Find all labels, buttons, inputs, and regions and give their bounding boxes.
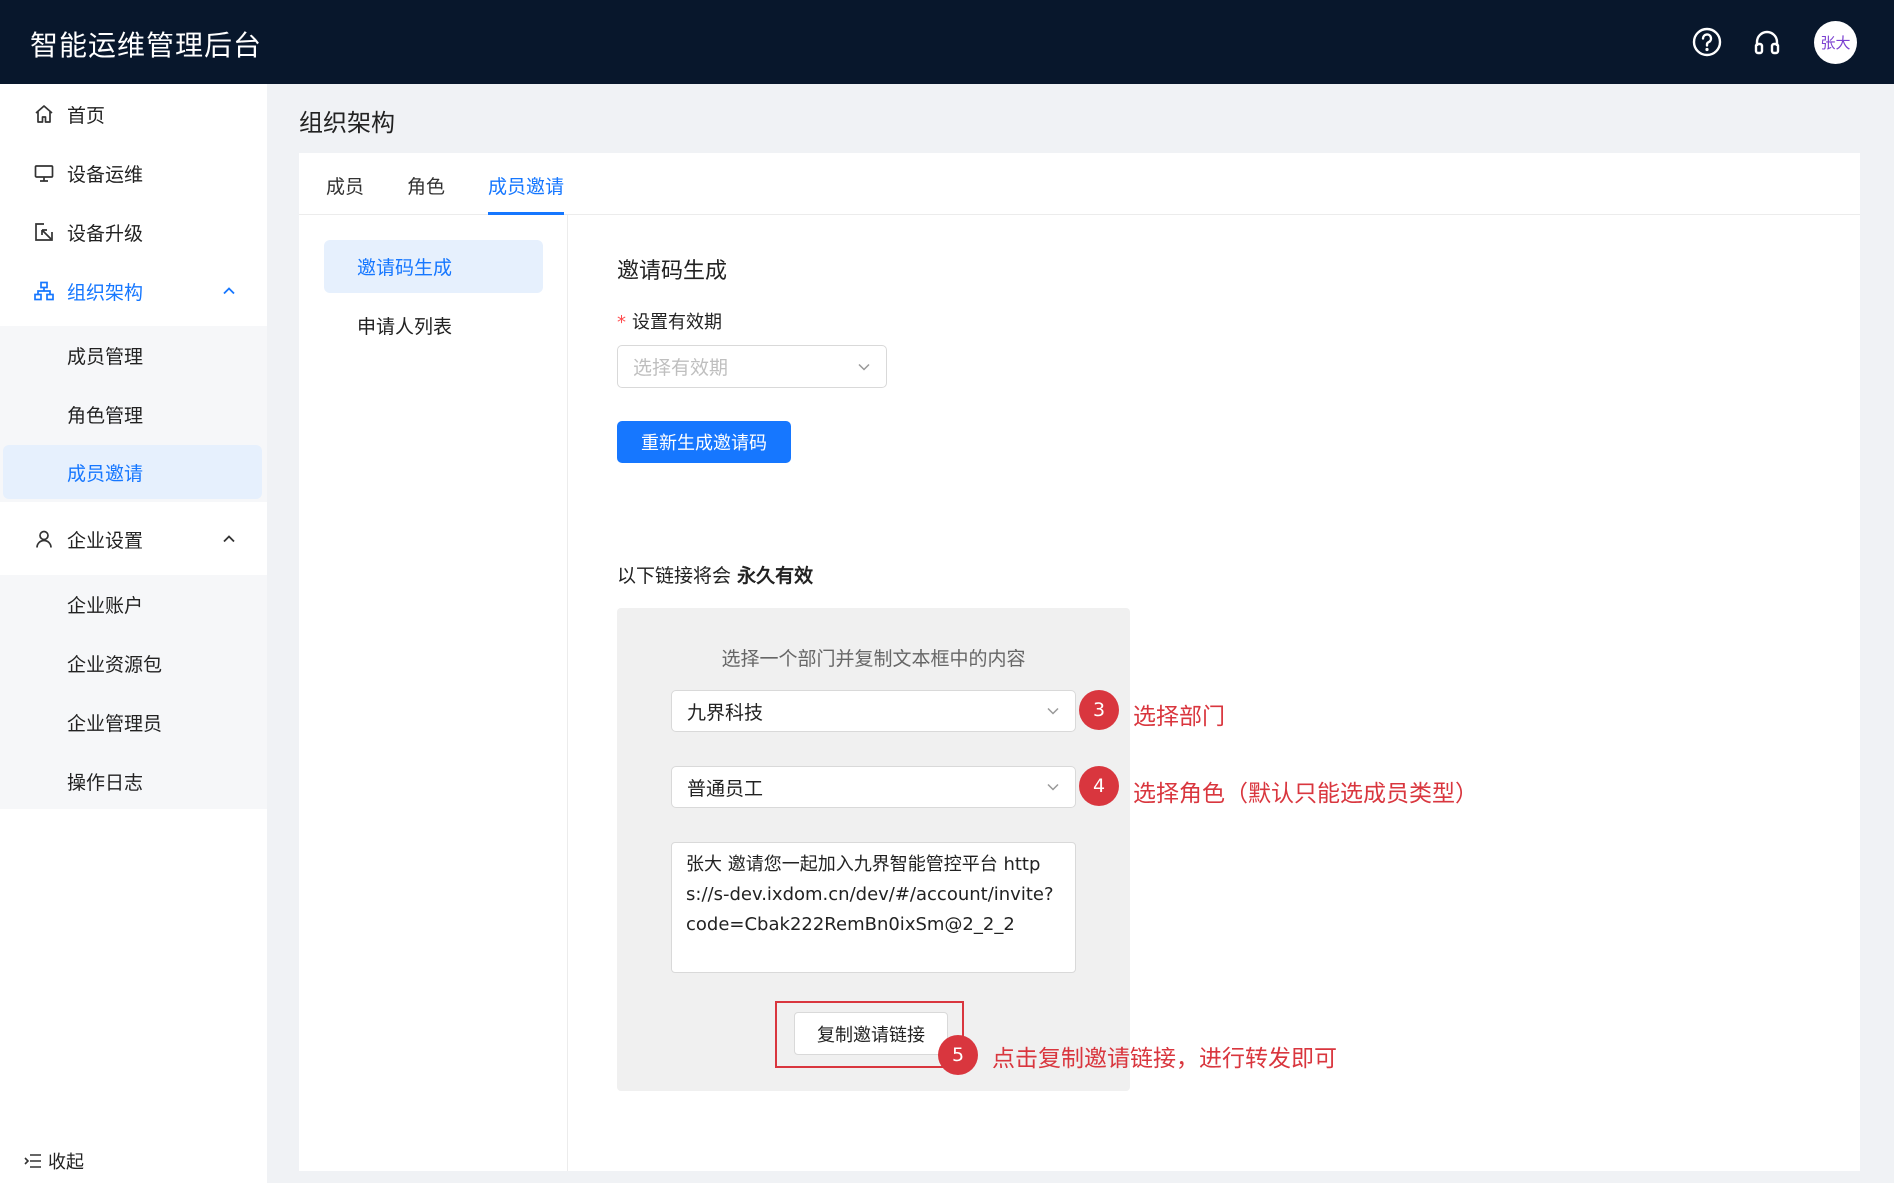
- validity-label-text: 设置有效期: [632, 312, 722, 333]
- step-marker-3: 3: [1079, 690, 1119, 730]
- annotation-step-3: 选择部门: [1133, 704, 1225, 730]
- enterprise-submenu: 企业账户 企业资源包 企业管理员 操作日志: [0, 575, 267, 809]
- sidebar-item-label: 企业账户: [67, 594, 144, 617]
- sidebar-item-role-mgmt[interactable]: 角色管理: [0, 387, 267, 441]
- department-select[interactable]: 九界科技: [671, 690, 1076, 732]
- sidebar-item-label: 企业管理员: [67, 712, 163, 735]
- sidebar-item-label: 成员管理: [67, 345, 144, 368]
- sidebar-item-org[interactable]: 组织架构: [0, 263, 267, 319]
- sidebar-item-label: 设备运维: [67, 163, 144, 186]
- sidebar-item-label: 首页: [67, 104, 106, 127]
- panel-caption: 选择一个部门并复制文本框中的内容: [721, 648, 1026, 670]
- validity-select[interactable]: 选择有效期: [617, 345, 887, 388]
- sidebar-item-enterprise-admin[interactable]: 企业管理员: [0, 695, 267, 749]
- sidebar-item-label: 企业设置: [67, 529, 144, 552]
- collapse-label: 收起: [48, 1152, 84, 1173]
- chevron-up-icon: [223, 535, 235, 543]
- validity-placeholder: 选择有效期: [633, 357, 729, 379]
- page-title: 组织架构: [299, 109, 395, 137]
- sidebar-item-resource-pack[interactable]: 企业资源包: [0, 636, 267, 690]
- role-select[interactable]: 普通员工: [671, 766, 1076, 808]
- monitor-icon: [34, 165, 54, 182]
- invite-subnav: 邀请码生成 申请人列表: [299, 215, 568, 1171]
- sidebar-item-member-invite[interactable]: 成员邀请: [3, 445, 262, 499]
- sidebar-item-label: 组织架构: [67, 281, 144, 304]
- regenerate-code-button[interactable]: 重新生成邀请码: [617, 421, 791, 463]
- step-marker-5: 5: [938, 1035, 978, 1075]
- sidebar-item-label: 企业资源包: [67, 653, 163, 676]
- validity-note: 以下链接将会 永久有效: [617, 561, 813, 588]
- subnav-invite-code[interactable]: 邀请码生成: [324, 240, 543, 293]
- required-star: *: [617, 312, 626, 333]
- app-title: 智能运维管理后台: [30, 29, 263, 62]
- upgrade-icon: [35, 223, 53, 241]
- tab-member-invite[interactable]: 成员邀请: [488, 172, 564, 199]
- department-value: 九界科技: [687, 701, 764, 724]
- chevron-down-icon: [858, 363, 870, 371]
- collapse-sidebar-button[interactable]: 收起: [24, 1148, 84, 1174]
- invite-panel: 选择一个部门并复制文本框中的内容 九界科技 普通员工 张大 邀请您一起加入九界智…: [617, 608, 1130, 1091]
- menu-fold-icon: [24, 1154, 41, 1168]
- tab-members[interactable]: 成员: [326, 172, 364, 199]
- tab-bar: 成员 角色 成员邀请: [299, 153, 1860, 215]
- note-bold: 永久有效: [737, 565, 814, 587]
- home-icon: [35, 105, 53, 123]
- sidebar-item-enterprise[interactable]: 企业设置: [0, 511, 267, 567]
- copy-invite-link-button[interactable]: 复制邀请链接: [794, 1012, 948, 1055]
- sidebar-item-label: 成员邀请: [67, 462, 144, 485]
- annotation-step-5: 点击复制邀请链接，进行转发即可: [992, 1046, 1337, 1072]
- subnav-label: 申请人列表: [357, 316, 453, 338]
- sidebar-item-member-mgmt[interactable]: 成员管理: [0, 328, 267, 382]
- note-prefix: 以下链接将会: [617, 565, 732, 587]
- validity-label: * 设置有效期: [617, 308, 722, 334]
- help-circle-icon[interactable]: [1691, 26, 1723, 58]
- sidebar-item-device-upgrade[interactable]: 设备升级: [0, 204, 267, 260]
- sidebar-item-home[interactable]: 首页: [0, 86, 267, 142]
- top-header: 智能运维管理后台 张大: [0, 0, 1894, 84]
- headset-icon[interactable]: [1751, 26, 1783, 58]
- chevron-down-icon: [1047, 783, 1059, 791]
- sidebar-item-operation-log[interactable]: 操作日志: [0, 754, 267, 808]
- chevron-down-icon: [1047, 707, 1059, 715]
- role-value: 普通员工: [687, 777, 764, 800]
- invite-link-textarea[interactable]: 张大 邀请您一起加入九界智能管控平台 https://s-dev.ixdom.c…: [671, 842, 1076, 973]
- sidebar-item-enterprise-account[interactable]: 企业账户: [0, 577, 267, 631]
- section-title: 邀请码生成: [617, 259, 728, 284]
- subnav-applicant-list[interactable]: 申请人列表: [324, 299, 543, 352]
- org-tree-icon: [34, 281, 54, 301]
- sidebar: 首页 设备运维 设备升级 组织架构 成员管理 角色管理 成员邀请 企业设置 企业…: [0, 84, 267, 1183]
- org-submenu: 成员管理 角色管理 成员邀请: [0, 326, 267, 502]
- sidebar-item-label: 设备升级: [67, 222, 144, 245]
- sidebar-item-device-ops[interactable]: 设备运维: [0, 145, 267, 201]
- subnav-label: 邀请码生成: [357, 257, 453, 279]
- annotation-step-4: 选择角色（默认只能选成员类型）: [1133, 781, 1478, 807]
- sidebar-item-label: 角色管理: [67, 404, 144, 427]
- sidebar-item-label: 操作日志: [67, 771, 144, 794]
- chevron-up-icon: [223, 287, 235, 295]
- user-icon: [36, 530, 52, 548]
- step-marker-4: 4: [1079, 766, 1119, 806]
- tab-roles[interactable]: 角色: [407, 172, 445, 199]
- avatar[interactable]: 张大: [1814, 21, 1857, 64]
